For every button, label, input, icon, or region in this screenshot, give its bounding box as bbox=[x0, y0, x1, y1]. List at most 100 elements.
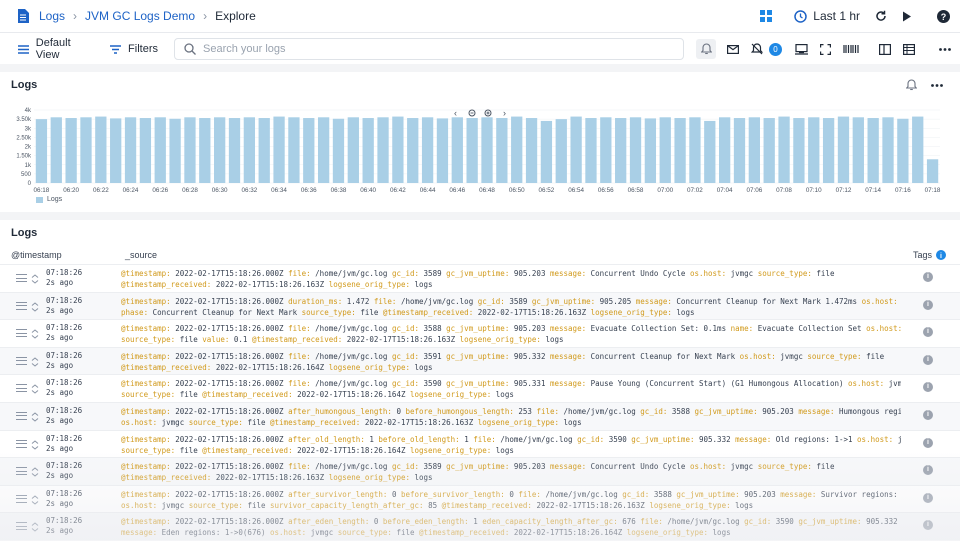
field-key[interactable]: before_humongous_length: bbox=[405, 407, 518, 416]
field-key[interactable]: gc_id: bbox=[392, 352, 424, 361]
field-key[interactable]: @timestamp: bbox=[121, 297, 175, 306]
field-key[interactable]: @timestamp: bbox=[121, 324, 175, 333]
chart-legend[interactable]: Logs bbox=[36, 196, 62, 203]
field-key[interactable]: source_type: bbox=[302, 308, 361, 317]
refresh-icon[interactable] bbox=[874, 9, 888, 23]
row-source[interactable]: @timestamp: 2022-02-17T15:18:26.000Z fil… bbox=[121, 378, 901, 400]
field-key[interactable]: message: bbox=[735, 435, 776, 444]
field-key[interactable]: message: bbox=[550, 462, 591, 471]
table-row[interactable]: 07:18:26 2s ago @timestamp: 2022-02-17T15:… bbox=[0, 429, 960, 458]
expand-icon[interactable] bbox=[31, 466, 39, 477]
expand-icon[interactable] bbox=[31, 301, 39, 312]
monitor-icon[interactable] bbox=[794, 42, 808, 56]
row-source[interactable]: @timestamp: 2022-02-17T15:18:26.000Z fil… bbox=[121, 323, 901, 345]
field-key[interactable]: file: bbox=[473, 435, 500, 444]
zoom-in-icon[interactable] bbox=[484, 109, 492, 117]
row-source[interactable]: @timestamp: 2022-02-17T15:18:26.000Z aft… bbox=[121, 489, 901, 511]
col-tags-header[interactable]: Tags bbox=[913, 250, 932, 260]
field-key[interactable]: file: bbox=[288, 462, 315, 471]
info-icon[interactable]: i bbox=[923, 299, 933, 310]
field-key[interactable]: logsene_orig_type: bbox=[478, 418, 564, 427]
info-icon[interactable]: i bbox=[923, 382, 933, 393]
bell-icon[interactable] bbox=[904, 78, 918, 92]
field-key[interactable]: after_humongous_length: bbox=[288, 407, 396, 416]
more-icon[interactable] bbox=[938, 42, 952, 56]
field-key[interactable]: file: bbox=[288, 269, 315, 278]
breadcrumb-app-link[interactable]: JVM GC Logs Demo bbox=[85, 9, 195, 23]
field-key[interactable]: os.host: bbox=[857, 435, 898, 444]
row-menu-icon[interactable] bbox=[16, 274, 27, 285]
field-key[interactable]: after_old_length: bbox=[288, 435, 369, 444]
field-key[interactable]: @timestamp_received: bbox=[419, 528, 514, 537]
row-source[interactable]: @timestamp: 2022-02-17T15:18:26.000Z aft… bbox=[121, 516, 901, 538]
field-key[interactable]: logsene_orig_type: bbox=[410, 446, 496, 455]
field-key[interactable]: gc_jvm_uptime: bbox=[694, 407, 762, 416]
field-key[interactable]: source_type: bbox=[758, 462, 817, 471]
expand-icon[interactable] bbox=[31, 521, 39, 532]
field-key[interactable]: source_type: bbox=[758, 269, 817, 278]
field-key[interactable]: before_old_length: bbox=[378, 435, 464, 444]
expand-icon[interactable] bbox=[31, 273, 39, 284]
logs-bar-chart[interactable]: 4k3.50k3k2.50k2k1.50k1k5000 06:18 06:20 06… bbox=[0, 100, 960, 196]
expand-icon[interactable] bbox=[31, 411, 39, 422]
field-key[interactable]: os.host: bbox=[690, 269, 731, 278]
field-key[interactable]: os.host: bbox=[848, 379, 889, 388]
field-key[interactable]: eden_capacity_length_after_gc: bbox=[482, 517, 622, 526]
table-row[interactable]: 07:18:26 2s ago @timestamp: 2022-02-17T15:… bbox=[0, 291, 960, 320]
field-key[interactable]: gc_id: bbox=[392, 379, 424, 388]
expand-icon[interactable] bbox=[31, 494, 39, 505]
field-key[interactable]: name: bbox=[731, 324, 758, 333]
field-key[interactable]: source_type: bbox=[121, 446, 180, 455]
row-source[interactable]: @timestamp: 2022-02-17T15:18:26.000Z dur… bbox=[121, 296, 901, 318]
field-key[interactable]: @timestamp: bbox=[121, 490, 175, 499]
field-key[interactable]: @timestamp_received: bbox=[121, 473, 216, 482]
search-input[interactable] bbox=[203, 43, 683, 55]
field-key[interactable]: os.host: bbox=[121, 418, 162, 427]
row-source[interactable]: @timestamp: 2022-02-17T15:18:26.000Z fil… bbox=[121, 351, 901, 373]
field-key[interactable]: value: bbox=[202, 335, 234, 344]
table-row[interactable]: 07:18:26 2s ago @timestamp: 2022-02-17T15:… bbox=[0, 319, 960, 347]
more-icon[interactable] bbox=[930, 78, 944, 92]
row-source[interactable]: @timestamp: 2022-02-17T15:18:26.000Z fil… bbox=[121, 461, 901, 483]
field-key[interactable]: @timestamp_received: bbox=[121, 280, 216, 289]
field-key[interactable]: gc_id: bbox=[478, 297, 510, 306]
field-key[interactable]: survivor_capacity_length_after_gc: bbox=[270, 501, 428, 510]
col-timestamp-header[interactable]: @timestamp bbox=[11, 250, 62, 260]
field-key[interactable]: gc_id: bbox=[744, 517, 776, 526]
row-source[interactable]: @timestamp: 2022-02-17T15:18:26.000Z fil… bbox=[121, 268, 901, 290]
field-key[interactable]: logsene_orig_type: bbox=[649, 501, 735, 510]
field-key[interactable]: gc_jvm_uptime: bbox=[446, 324, 514, 333]
field-key[interactable]: file: bbox=[288, 379, 315, 388]
field-key[interactable]: file: bbox=[518, 490, 545, 499]
field-key[interactable]: file: bbox=[374, 297, 401, 306]
field-key[interactable]: @timestamp_received: bbox=[121, 363, 216, 372]
info-icon[interactable]: i bbox=[923, 327, 933, 338]
field-key[interactable]: gc_id: bbox=[577, 435, 609, 444]
search-box[interactable] bbox=[174, 38, 684, 60]
bell-icon[interactable] bbox=[696, 39, 716, 59]
field-key[interactable]: gc_jvm_uptime: bbox=[676, 490, 744, 499]
table-row[interactable]: 07:18:26 2s ago @timestamp: 2022-02-17T15:… bbox=[0, 401, 960, 430]
field-key[interactable]: before_eden_length: bbox=[383, 517, 473, 526]
columns-icon[interactable] bbox=[878, 42, 892, 56]
table-row[interactable]: 07:18:26 2s ago @timestamp: 2022-02-17T15:… bbox=[0, 374, 960, 402]
field-key[interactable]: source_type: bbox=[338, 528, 397, 537]
field-key[interactable]: @timestamp_received: bbox=[202, 390, 297, 399]
info-icon[interactable]: i bbox=[923, 409, 933, 420]
field-key[interactable]: gc_jvm_uptime: bbox=[446, 269, 514, 278]
info-icon[interactable]: i bbox=[923, 354, 933, 365]
field-key[interactable]: file: bbox=[288, 324, 315, 333]
field-key[interactable]: file: bbox=[536, 407, 563, 416]
field-key[interactable]: message: bbox=[780, 490, 821, 499]
info-icon[interactable]: i bbox=[936, 250, 946, 262]
row-menu-icon[interactable] bbox=[16, 467, 27, 478]
field-key[interactable]: message: bbox=[798, 407, 839, 416]
field-key[interactable]: gc_jvm_uptime: bbox=[631, 435, 699, 444]
table-row[interactable]: 07:18:26 2s ago @timestamp: 2022-02-17T15:… bbox=[0, 264, 960, 292]
field-key[interactable]: os.host: bbox=[862, 297, 901, 306]
expand-icon[interactable] bbox=[31, 328, 39, 339]
field-key[interactable]: message: bbox=[550, 269, 591, 278]
barcode-icon[interactable] bbox=[842, 42, 860, 56]
field-key[interactable]: os.host: bbox=[121, 501, 162, 510]
field-key[interactable]: gc_jvm_uptime: bbox=[798, 517, 866, 526]
